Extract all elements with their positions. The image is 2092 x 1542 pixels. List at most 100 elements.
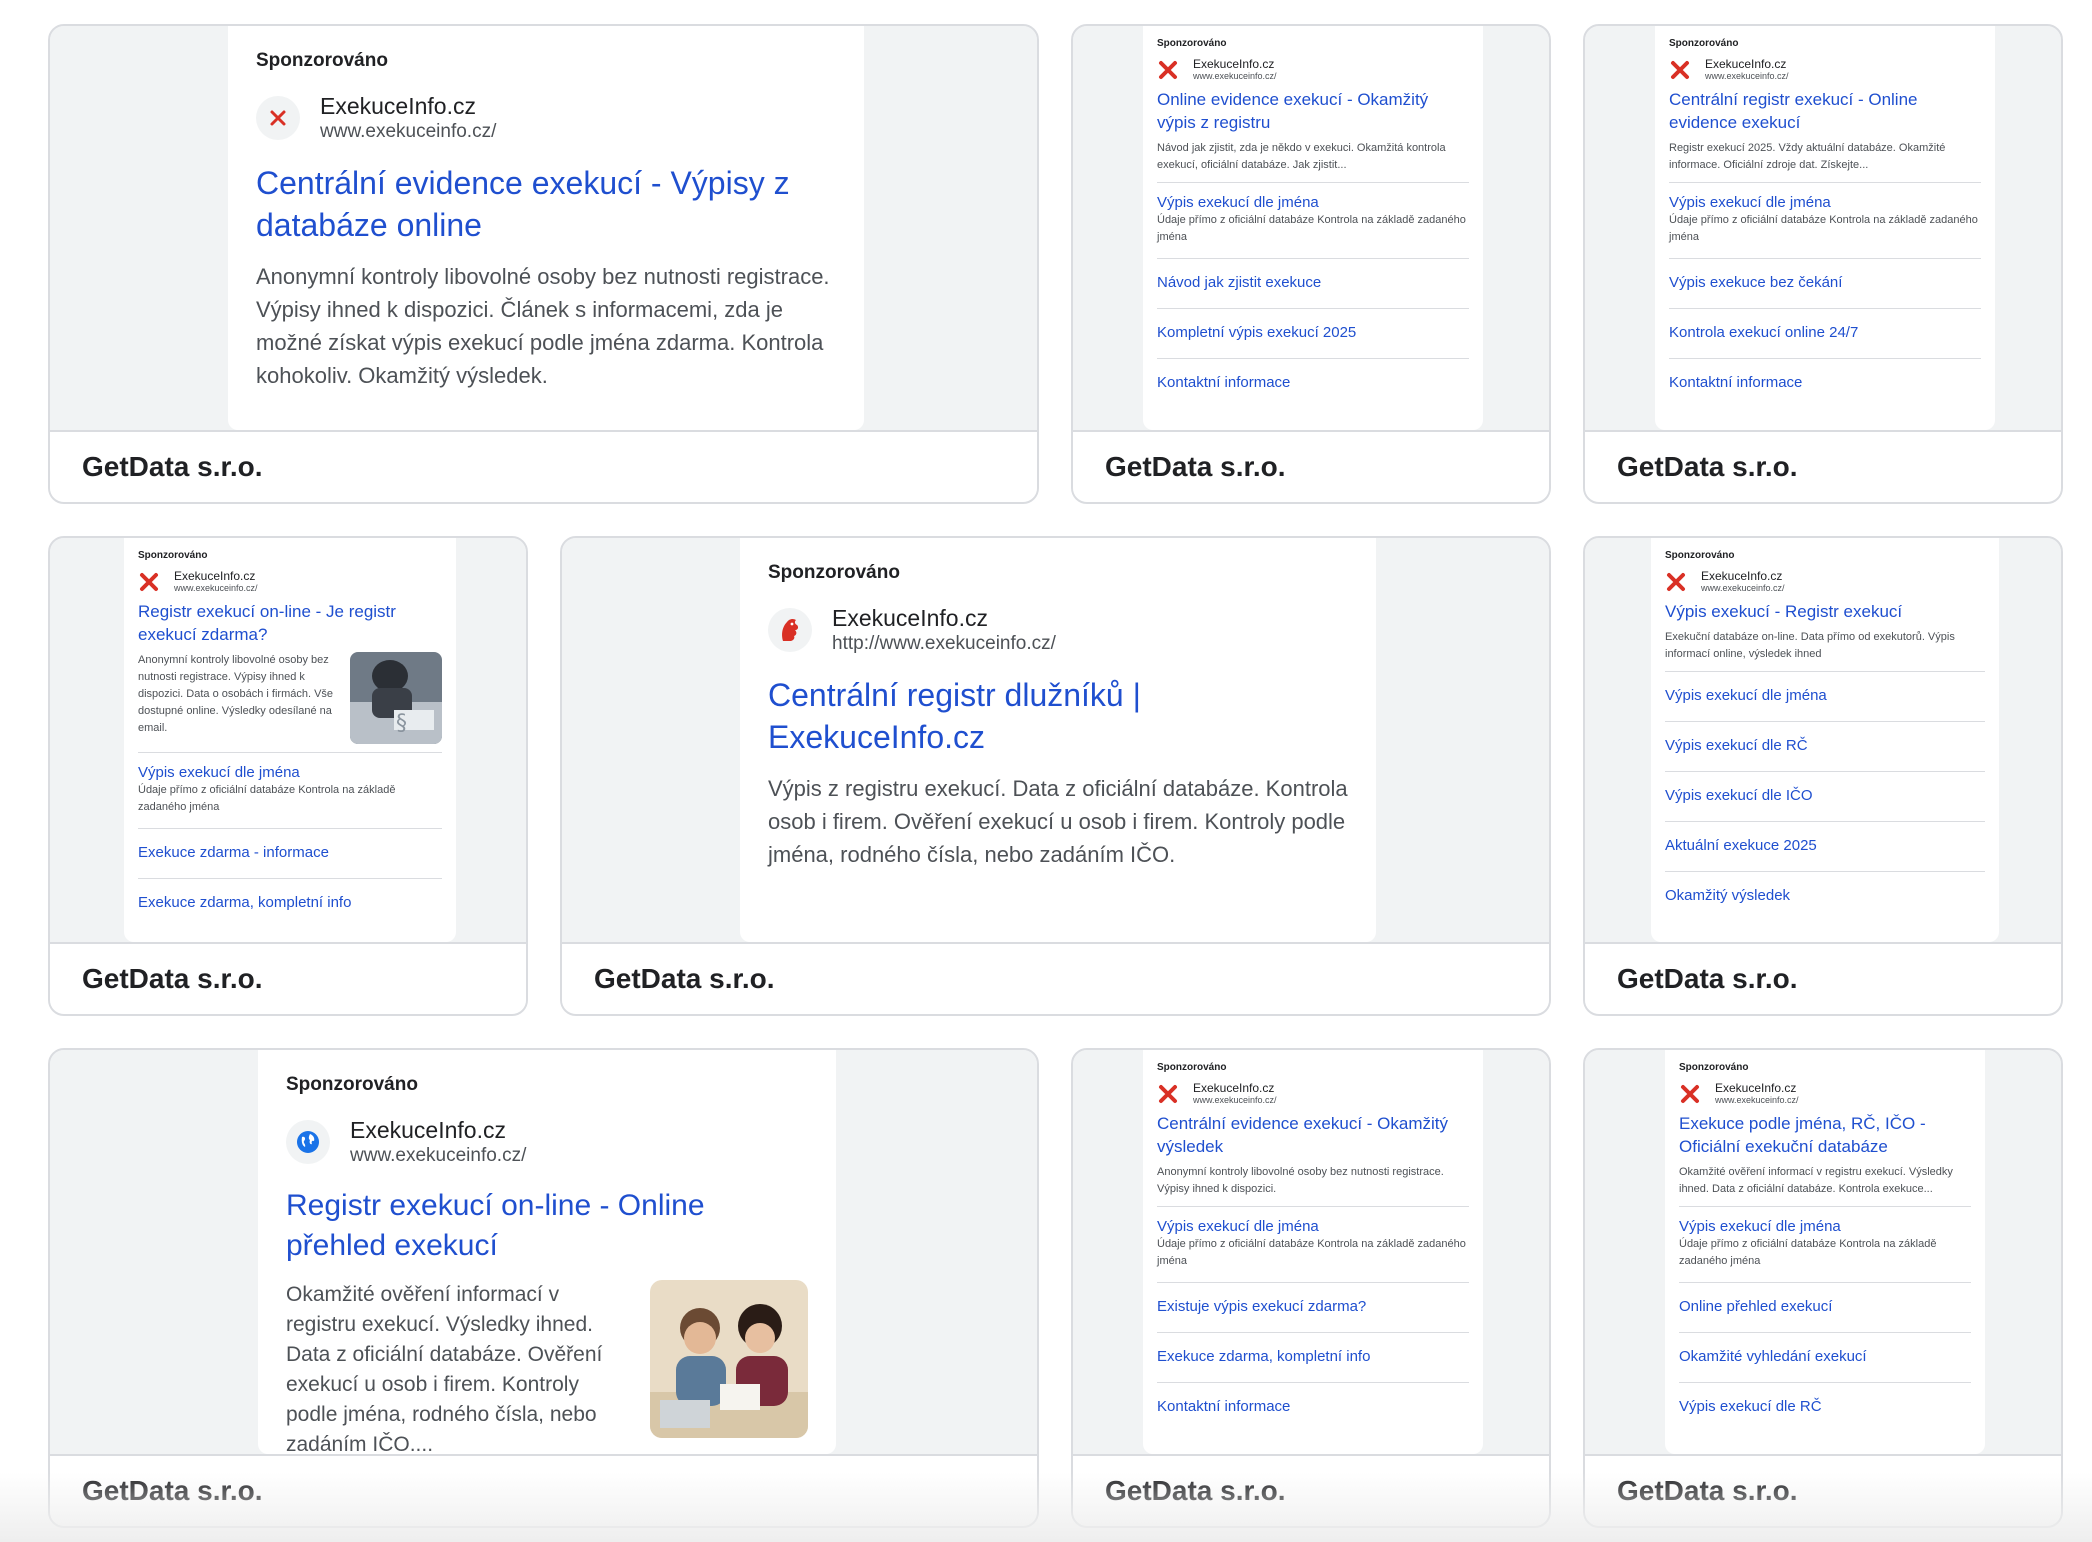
- sitelink[interactable]: Výpis exekuce bez čekání: [1669, 258, 1981, 308]
- sitelink[interactable]: Exekuce zdarma, kompletní info: [1157, 1332, 1469, 1382]
- ad-title[interactable]: Centrální evidence exekucí - Výpisy z da…: [256, 162, 836, 246]
- advertiser-footer: GetData s.r.o.: [50, 1454, 1037, 1526]
- ad-title[interactable]: Registr exekucí on-line - Je registr exe…: [138, 600, 442, 646]
- sitelink-title[interactable]: Výpis exekucí dle jména: [1157, 1217, 1469, 1236]
- ad-creative[interactable]: Sponzorováno ExekuceInfo.cz www.exekucein…: [124, 538, 456, 942]
- advertiser-footer: GetData s.r.o.: [50, 430, 1037, 502]
- ad-card-6[interactable]: Sponzorováno ExekuceInfo.cz www.exekucein…: [1583, 536, 2063, 1016]
- ad-creative[interactable]: Sponzorováno ExekuceInfo.cz www.exekucei…: [228, 26, 864, 430]
- sitelink[interactable]: Návod jak zjistit exekuce: [1157, 258, 1469, 308]
- sitelink[interactable]: Exekuce zdarma, kompletní info: [138, 878, 442, 928]
- sitelink-title[interactable]: Kontaktní informace: [1669, 373, 1981, 392]
- site-url: www.exekuceinfo.cz/: [1705, 71, 1789, 81]
- sitelink-title[interactable]: Výpis exekuce bez čekání: [1669, 273, 1981, 292]
- sitelink-title[interactable]: Návod jak zjistit exekuce: [1157, 273, 1469, 292]
- sitelink-title[interactable]: Výpis exekucí dle IČO: [1665, 786, 1985, 805]
- sitelink-title[interactable]: Výpis exekucí dle jména: [138, 763, 442, 782]
- sitelink-title[interactable]: Okamžité vyhledání exekucí: [1679, 1347, 1971, 1366]
- sitelink-title[interactable]: Kontaktní informace: [1157, 373, 1469, 392]
- ad-title[interactable]: Registr exekucí on-line - Online přehled…: [286, 1186, 808, 1266]
- ad-card-7[interactable]: Sponzorováno ExekuceInfo.cz www.exekucei…: [48, 1048, 1039, 1528]
- ad-creative[interactable]: Sponzorováno ExekuceInfo.cz www.exekucei…: [258, 1050, 836, 1456]
- site-info: ExekuceInfo.cz www.exekuceinfo.cz/: [1157, 1081, 1469, 1106]
- sitelink-title[interactable]: Výpis exekucí dle RČ: [1679, 1397, 1971, 1416]
- sitelink[interactable]: Aktuální exekuce 2025: [1665, 821, 1985, 871]
- sitelink[interactable]: Kontrola exekucí online 24/7: [1669, 308, 1981, 358]
- sitelink[interactable]: Okamžité vyhledání exekucí: [1679, 1332, 1971, 1382]
- sitelink-title[interactable]: Exekuce zdarma, kompletní info: [1157, 1347, 1469, 1366]
- ad-title[interactable]: Výpis exekucí - Registr exekucí: [1665, 600, 1985, 623]
- advertiser-footer: GetData s.r.o.: [1585, 942, 2061, 1014]
- ad-description: Anonymní kontroly libovolné osoby bez nu…: [138, 654, 334, 734]
- sitelink-title[interactable]: Kompletní výpis exekucí 2025: [1157, 323, 1469, 342]
- x-mark-icon: [256, 96, 300, 140]
- sitelink[interactable]: Kontaktní informace: [1157, 358, 1469, 408]
- sitelink-title[interactable]: Výpis exekucí dle jména: [1669, 193, 1981, 212]
- ad-title[interactable]: Online evidence exekucí - Okamžitý výpis…: [1157, 88, 1469, 134]
- ad-title[interactable]: Centrální registr exekucí - Online evide…: [1669, 88, 1981, 134]
- ad-description: Exekuční databáze on-line. Data přímo od…: [1665, 631, 1955, 660]
- sitelink-description: Údaje přímo z oficiální databáze Kontrol…: [1157, 1238, 1466, 1267]
- sitelink[interactable]: Výpis exekucí dle jména Údaje přímo z ofi…: [1679, 1206, 1971, 1282]
- sitelink[interactable]: Výpis exekucí dle jména Údaje přímo z ofi…: [1157, 1206, 1469, 1282]
- sitelink[interactable]: Existuje výpis exekucí zdarma?: [1157, 1282, 1469, 1332]
- sitelink[interactable]: Okamžitý výsledek: [1665, 871, 1985, 921]
- sitelink-title[interactable]: Výpis exekucí dle jména: [1679, 1217, 1971, 1236]
- advertiser-footer: GetData s.r.o.: [1585, 1454, 2061, 1526]
- x-mark-icon: [1679, 1083, 1701, 1105]
- ad-creative[interactable]: Sponzorováno ExekuceInfo.cz www.exekucein…: [1665, 1050, 1985, 1454]
- ad-card-2[interactable]: Sponzorováno ExekuceInfo.cz www.exekucein…: [1071, 24, 1551, 504]
- sitelink-title[interactable]: Výpis exekucí dle jména: [1665, 686, 1985, 705]
- sitelink[interactable]: Výpis exekucí dle RČ: [1665, 721, 1985, 771]
- sitelink-title[interactable]: Existuje výpis exekucí zdarma?: [1157, 1297, 1469, 1316]
- ad-title[interactable]: Centrální registr dlužníků | ExekuceInfo…: [768, 674, 1348, 758]
- sitelink[interactable]: Výpis exekucí dle IČO: [1665, 771, 1985, 821]
- sitelink-title[interactable]: Okamžitý výsledek: [1665, 886, 1985, 905]
- ad-preview: Sponzorováno ExekuceInfo.cz www.exekucein…: [1585, 26, 2061, 430]
- ad-creative[interactable]: Sponzorováno ExekuceInfo.cz http://www.e…: [740, 538, 1376, 942]
- sponsored-label: Sponzorováno: [1669, 38, 1739, 49]
- ad-description: Anonymní kontroly libovolné osoby bez nu…: [256, 264, 830, 388]
- ad-title[interactable]: Centrální evidence exekucí - Okamžitý vý…: [1157, 1112, 1469, 1158]
- sitelink[interactable]: Výpis exekucí dle jména: [1665, 671, 1985, 721]
- ad-card-3[interactable]: Sponzorováno ExekuceInfo.cz www.exekucein…: [1583, 24, 2063, 504]
- sitelink-title[interactable]: Exekuce zdarma - informace: [138, 843, 442, 862]
- ad-title[interactable]: Exekuce podle jména, RČ, IČO - Oficiální…: [1679, 1112, 1971, 1158]
- x-mark-icon: [1157, 59, 1179, 81]
- ad-preview: Sponzorováno ExekuceInfo.cz www.exekucein…: [1585, 538, 2061, 942]
- sitelink-title[interactable]: Online přehled exekucí: [1679, 1297, 1971, 1316]
- ad-creative[interactable]: Sponzorováno ExekuceInfo.cz www.exekucein…: [1143, 26, 1483, 430]
- sitelink-title[interactable]: Exekuce zdarma, kompletní info: [138, 893, 442, 912]
- sitelink-title[interactable]: Aktuální exekuce 2025: [1665, 836, 1985, 855]
- ad-creative[interactable]: Sponzorováno ExekuceInfo.cz www.exekucein…: [1651, 538, 1999, 942]
- ad-creative[interactable]: Sponzorováno ExekuceInfo.cz www.exekucein…: [1655, 26, 1995, 430]
- ad-card-5[interactable]: Sponzorováno ExekuceInfo.cz http://www.e…: [560, 536, 1551, 1016]
- sitelink[interactable]: Kontaktní informace: [1669, 358, 1981, 408]
- sitelink[interactable]: Výpis exekucí dle jména Údaje přímo z ofi…: [1157, 182, 1469, 258]
- site-url: www.exekuceinfo.cz/: [320, 121, 497, 142]
- ad-thumbnail-image: §: [350, 652, 442, 744]
- sitelink-title[interactable]: Kontrola exekucí online 24/7: [1669, 323, 1981, 342]
- sitelink-title[interactable]: Výpis exekucí dle jména: [1157, 193, 1469, 212]
- ad-preview: Sponzorováno ExekuceInfo.cz www.exekucein…: [50, 538, 526, 942]
- ad-card-8[interactable]: Sponzorováno ExekuceInfo.cz www.exekucein…: [1071, 1048, 1551, 1528]
- ad-preview: Sponzorováno ExekuceInfo.cz www.exekucein…: [1585, 1050, 2061, 1454]
- sitelink[interactable]: Výpis exekucí dle jména Údaje přímo z ofi…: [138, 752, 442, 828]
- sitelink[interactable]: Výpis exekucí dle RČ: [1679, 1382, 1971, 1432]
- ad-preview: Sponzorováno ExekuceInfo.cz www.exekucei…: [50, 26, 1037, 430]
- sitelink[interactable]: Online přehled exekucí: [1679, 1282, 1971, 1332]
- ad-card-1[interactable]: Sponzorováno ExekuceInfo.cz www.exekucei…: [48, 24, 1039, 504]
- sitelink-title[interactable]: Kontaktní informace: [1157, 1397, 1469, 1416]
- site-name: ExekuceInfo.cz: [832, 605, 988, 631]
- ad-creative[interactable]: Sponzorováno ExekuceInfo.cz www.exekucein…: [1143, 1050, 1483, 1454]
- ad-card-9[interactable]: Sponzorováno ExekuceInfo.cz www.exekucein…: [1583, 1048, 2063, 1528]
- sitelink[interactable]: Exekuce zdarma - informace: [138, 828, 442, 878]
- advertiser-footer: GetData s.r.o.: [1073, 1454, 1549, 1526]
- sitelink[interactable]: Kompletní výpis exekucí 2025: [1157, 308, 1469, 358]
- sitelink[interactable]: Kontaktní informace: [1157, 1382, 1469, 1432]
- ad-card-4[interactable]: Sponzorováno ExekuceInfo.cz www.exekucein…: [48, 536, 528, 1016]
- sitelink[interactable]: Výpis exekucí dle jména Údaje přímo z ofi…: [1669, 182, 1981, 258]
- sitelink-title[interactable]: Výpis exekucí dle RČ: [1665, 736, 1985, 755]
- globe-icon: [286, 1120, 330, 1164]
- advertiser-footer: GetData s.r.o.: [1585, 430, 2061, 502]
